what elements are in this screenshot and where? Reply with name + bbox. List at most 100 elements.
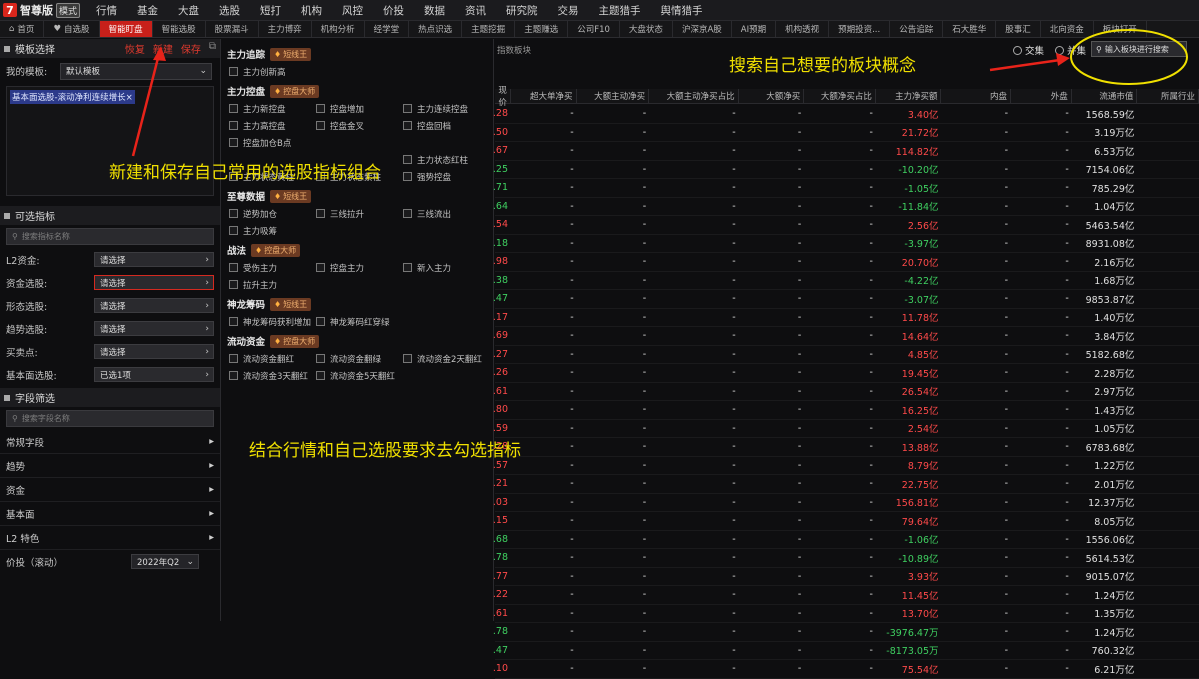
indicator-checkbox[interactable]: 控盘加仓B点	[227, 134, 488, 151]
indicator-checkbox[interactable]: 神龙筹码红穿绿	[314, 313, 401, 330]
checkbox[interactable]	[316, 263, 325, 272]
field-group-item[interactable]: L2 特色 ▸	[0, 526, 220, 550]
tab-3[interactable]: 智能选股	[153, 21, 206, 37]
tab-16[interactable]: 预期投资...	[829, 21, 891, 37]
filter-select[interactable]: 请选择 ›	[94, 344, 214, 359]
table-row[interactable]: .27 - - - - - 4.85亿 - - 5182.68亿	[493, 346, 1199, 364]
tab-8[interactable]: 热点识选	[409, 21, 463, 37]
checkbox[interactable]	[316, 104, 325, 113]
column-header[interactable]: 大额净买占比	[804, 89, 876, 103]
checkbox[interactable]	[229, 317, 238, 326]
tab-1[interactable]: ♥ 自选股	[44, 21, 100, 37]
tab-0[interactable]: ⌂ 首页	[0, 21, 45, 37]
menu-item[interactable]: 资讯	[455, 3, 496, 18]
checkbox[interactable]	[316, 317, 325, 326]
tab-21[interactable]: 板块打开	[1094, 21, 1147, 37]
menu-item[interactable]: 数据	[414, 3, 455, 18]
indicator-checkbox[interactable]: 主力高控盘	[227, 117, 314, 134]
sector-search-input[interactable]: ⚲ 输入板块进行搜索	[1091, 41, 1187, 57]
table-row[interactable]: .18 - - - - - -3.97亿 - - 8931.08亿	[493, 235, 1199, 253]
table-row[interactable]: .80 - - - - - 16.25亿 - - 1.43万亿	[493, 401, 1199, 420]
table-row[interactable]: .47 - - - - - -8173.05万 - - 760.32亿	[493, 642, 1199, 660]
app-logo[interactable]: 7 智尊版 模式	[0, 0, 86, 21]
table-row[interactable]: .17 - - - - - 11.78亿 - - 1.40万亿	[493, 309, 1199, 327]
table-row[interactable]: .15 - - - - - 79.64亿 - - 8.05万亿	[493, 512, 1199, 531]
checkbox[interactable]	[229, 121, 238, 130]
tab-13[interactable]: 沪深京A股	[673, 21, 732, 37]
checkbox[interactable]	[316, 354, 325, 363]
column-header[interactable]: 大额主动净买	[577, 89, 650, 103]
table-row[interactable]: .61 - - - - - 26.54亿 - - 2.97万亿	[493, 383, 1199, 401]
checkbox[interactable]	[403, 172, 412, 181]
menu-item[interactable]: 研究院	[496, 3, 548, 18]
table-row[interactable]: .78 - - - - - -10.89亿 - - 5614.53亿	[493, 549, 1199, 568]
checkbox[interactable]	[316, 371, 325, 380]
column-header[interactable]: 流通市值	[1072, 89, 1138, 103]
checkbox[interactable]	[229, 354, 238, 363]
indicator-checkbox[interactable]: 主力新控盘	[227, 100, 314, 117]
menu-item[interactable]: 行情	[86, 3, 127, 18]
table-row[interactable]: .22 - - - - - 11.45亿 - - 1.24万亿	[493, 586, 1199, 605]
indicator-checkbox[interactable]: 新入主力	[401, 259, 488, 276]
checkbox[interactable]	[403, 155, 412, 164]
tab-5[interactable]: 主力博弈	[259, 21, 312, 37]
table-row[interactable]: .50 - - - - - 21.72亿 - - 3.19万亿	[493, 124, 1199, 142]
menu-item[interactable]: 交易	[548, 3, 589, 18]
indicator-checkbox[interactable]: 流动资金翻绿	[314, 350, 401, 367]
field-group-item[interactable]: 资金 ▸	[0, 478, 220, 502]
column-header[interactable]: 大额主动净买占比	[649, 89, 739, 103]
indicator-checkbox[interactable]: 流动资金3天翻红	[227, 367, 314, 384]
indicator-search-input[interactable]: ⚲ 搜索指标名称	[6, 228, 214, 245]
union-radio[interactable]	[1055, 45, 1065, 55]
tab-17[interactable]: 公告追踪	[890, 21, 944, 37]
indicator-checkbox[interactable]: 控盘回档	[401, 117, 488, 134]
checkbox[interactable]	[229, 67, 238, 76]
checkbox[interactable]	[229, 104, 238, 113]
tab-4[interactable]: 股票漏斗	[206, 21, 259, 37]
column-header[interactable]: 内盘	[941, 89, 1012, 103]
checkbox[interactable]	[229, 138, 238, 147]
menu-item[interactable]: 基金	[127, 3, 168, 18]
checkbox[interactable]	[403, 354, 412, 363]
column-header[interactable]: 超大单净买	[511, 89, 577, 103]
tab-7[interactable]: 经学堂	[365, 21, 410, 37]
field-group-item[interactable]: 趋势 ▸	[0, 454, 220, 478]
filter-select[interactable]: 请选择 ›	[94, 252, 214, 267]
column-header[interactable]: 所属行业	[1137, 89, 1199, 103]
tab-14[interactable]: AI预期	[732, 21, 777, 37]
menu-item[interactable]: 短打	[250, 3, 291, 18]
tab-2[interactable]: 智能盯盘	[99, 21, 153, 37]
indicator-checkbox[interactable]: 主力状态红柱	[401, 151, 488, 168]
table-row[interactable]: .57- - - - -8.79亿 - -1.22万亿	[493, 457, 1199, 475]
indicator-checkbox[interactable]: 三线拉升	[314, 205, 401, 222]
indicator-checkbox[interactable]: 三线流出	[401, 205, 488, 222]
menu-item[interactable]: 风控	[332, 3, 373, 18]
save-button[interactable]: 保存	[181, 41, 201, 56]
table-row[interactable]: .38 - - - - - -4.22亿 - - 1.68万亿	[493, 272, 1199, 290]
indicator-checkbox[interactable]: 主力吸筹	[227, 222, 314, 239]
tab-19[interactable]: 股事汇	[996, 21, 1041, 37]
filter-select[interactable]: 请选择 ›	[94, 321, 214, 336]
filter-select[interactable]: 请选择 ›	[94, 298, 214, 313]
table-row[interactable]: .67 - - - - - 114.82亿 - - 6.53万亿	[493, 142, 1199, 161]
table-row[interactable]: .47 - - - - - -3.07亿 - - 9853.87亿	[493, 290, 1199, 309]
table-row[interactable]: .21 - - - - - 22.75亿 - - 2.01万亿	[493, 475, 1199, 494]
field-group-item[interactable]: 基本面 ▸	[0, 502, 220, 526]
valuation-select[interactable]: 2022年Q2 ⌄	[131, 554, 199, 569]
column-header[interactable]: 大额净买	[739, 89, 805, 103]
checkbox[interactable]	[403, 121, 412, 130]
checkbox[interactable]	[229, 209, 238, 218]
checkbox[interactable]	[316, 209, 325, 218]
indicator-checkbox[interactable]: 控盘增加	[314, 100, 401, 117]
tab-15[interactable]: 机构透视	[776, 21, 830, 37]
table-row[interactable]: .68 - - - - - -1.06亿 - - 1556.06亿	[493, 531, 1199, 549]
tab-12[interactable]: 大盘状态	[620, 21, 673, 37]
filter-select[interactable]: 请选择 ›	[94, 275, 214, 290]
indicator-checkbox[interactable]: 受伤主力	[227, 259, 314, 276]
menu-item[interactable]: 大盘	[168, 3, 209, 18]
checkbox[interactable]	[403, 209, 412, 218]
table-row[interactable]: .28 - - - - - 3.40亿 - - 1568.59亿	[493, 105, 1199, 124]
table-row[interactable]: .03 - - - - - 156.81亿 - - 12.37万亿	[493, 494, 1199, 512]
checkbox[interactable]	[229, 226, 238, 235]
tab-6[interactable]: 机构分析	[312, 21, 365, 37]
